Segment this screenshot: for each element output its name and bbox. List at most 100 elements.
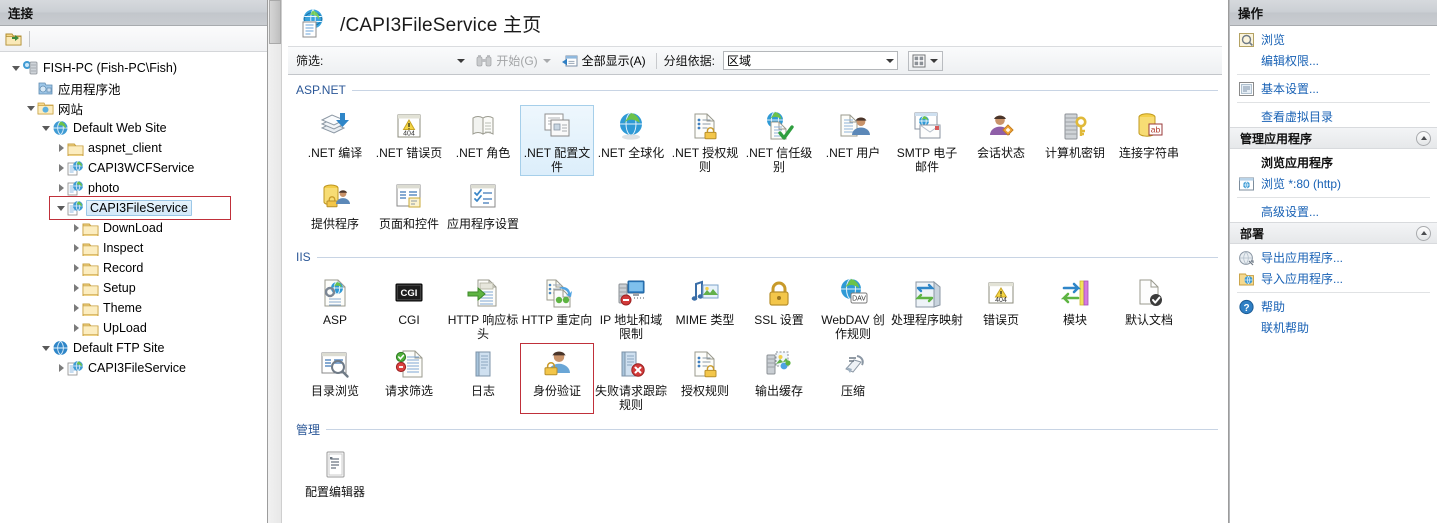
connections-toolbar[interactable] (0, 26, 267, 52)
feature-item-failed-request-tracing-rules[interactable]: 失败请求跟踪规则 (594, 343, 668, 414)
action-item-item-5[interactable]: 查看虚拟目录 (1230, 106, 1437, 127)
feature-item-logging[interactable]: 日志 (446, 343, 520, 414)
expander-closed-icon[interactable] (70, 258, 82, 278)
expander-closed-icon[interactable] (70, 318, 82, 338)
show-all-button[interactable]: 全部显示(A) (559, 51, 649, 71)
expander-open-icon[interactable] (25, 98, 37, 118)
feature-item-net-users[interactable]: .NET 用户 (816, 105, 890, 176)
expander-closed-icon[interactable] (55, 178, 67, 198)
tree-item-theme[interactable]: Theme (4, 298, 267, 318)
expander-closed-icon[interactable] (55, 158, 67, 178)
tree-item-default-ftp-site[interactable]: Default FTP Site (4, 338, 267, 358)
chevron-up-icon[interactable] (1416, 130, 1431, 146)
feature-item-net-trust-levels[interactable]: .NET 信任级别 (742, 105, 816, 176)
actions-section-header[interactable]: 管理应用程序 (1230, 127, 1437, 149)
action-item-item-4[interactable]: 联机帮助 (1230, 317, 1437, 338)
feature-item-pages-and-controls[interactable]: 页面和控件 (372, 176, 446, 242)
feature-item-ip-address-domain-restrictions[interactable]: IP 地址和域限制 (594, 272, 668, 343)
feature-item-default-document[interactable]: 默认文档 (1112, 272, 1186, 343)
action-item-basic-settings[interactable]: 基本设置... (1230, 78, 1437, 99)
feature-item-session-state[interactable]: 会话状态 (964, 105, 1038, 176)
go-dropdown-icon[interactable] (542, 58, 551, 63)
feature-item-http-response-headers[interactable]: HTTP 响应标头 (446, 272, 520, 343)
expander-closed-icon[interactable] (55, 138, 67, 158)
feature-item-net-error-pages[interactable]: 404 .NET 错误页 (372, 105, 446, 176)
connect-to-server-icon[interactable] (5, 31, 23, 47)
chevron-up-icon[interactable] (1416, 225, 1431, 241)
filter-input[interactable] (327, 51, 456, 70)
expander-open-icon[interactable] (40, 118, 52, 138)
feature-item-connection-strings[interactable]: ab 连接字符串 (1112, 105, 1186, 176)
go-button[interactable]: 开始(G) (473, 51, 540, 71)
net-globalization-icon (614, 109, 648, 143)
feature-item-net-authorization-rules[interactable]: .NET 授权规则 (668, 105, 742, 176)
center-vertical-scrollbar[interactable] (268, 0, 282, 523)
group-by-dropdown-icon[interactable] (886, 58, 895, 63)
feature-item-http-redirect[interactable]: HTTP 重定向 (520, 272, 594, 343)
feature-icons-area[interactable]: ASP.NET .NET 编译 404 .NET 错误页 .NET 角色 .NET 配置文… (282, 75, 1228, 523)
tree-item-aspnet-client[interactable]: aspnet_client (4, 138, 267, 158)
action-item-item-3[interactable]: 高级设置... (1230, 201, 1437, 222)
action-item-browse-site[interactable]: 浏览 *:80 (http) (1230, 173, 1437, 194)
feature-group-header: ASP.NET (296, 81, 1218, 99)
tree-item-setup[interactable]: Setup (4, 278, 267, 298)
feature-item-net-roles[interactable]: .NET 角色 (446, 105, 520, 176)
filter-dropdown-icon[interactable] (457, 58, 466, 63)
feature-item-authentication[interactable]: 身份验证 (520, 343, 594, 414)
feature-item-machine-key[interactable]: 计算机密钥 (1038, 105, 1112, 176)
view-mode-button[interactable] (908, 50, 944, 71)
expander-open-icon[interactable] (55, 198, 67, 218)
expander-closed-icon[interactable] (55, 358, 67, 378)
feature-item-net-globalization[interactable]: .NET 全球化 (594, 105, 668, 176)
view-mode-dropdown-icon[interactable] (930, 58, 939, 63)
tree-item-capi3wcfservice[interactable]: CAPI3WCFService (4, 158, 267, 178)
tree-item-photo[interactable]: photo (4, 178, 267, 198)
action-item-import-application[interactable]: 导入应用程序... (1230, 268, 1437, 289)
feature-item-modules[interactable]: 模块 (1038, 272, 1112, 343)
tree-item-capi3fileservice[interactable]: CAPI3FileService (4, 358, 267, 378)
action-item-browse[interactable]: 浏览 (1230, 29, 1437, 50)
feature-item-request-filtering[interactable]: 请求筛选 (372, 343, 446, 414)
feature-item-net-profile[interactable]: .NET 配置文件 (520, 105, 594, 176)
actions-list[interactable]: 浏览 编辑权限... 基本设置... 查看虚拟目录 管理应用程序 浏览应用程序 浏览 *:8… (1230, 26, 1437, 338)
tree-item-default-web-site[interactable]: Default Web Site (4, 118, 267, 138)
tree-item-capi3fileservice[interactable]: CAPI3FileService (4, 198, 267, 218)
feature-item-authorization-rules[interactable]: 授权规则 (668, 343, 742, 414)
group-by-select[interactable]: 区域 (723, 51, 899, 70)
expander-closed-icon[interactable] (70, 238, 82, 258)
feature-item-error-pages[interactable]: 404 错误页 (964, 272, 1038, 343)
action-item-export-application[interactable]: 导出应用程序... (1230, 247, 1437, 268)
feature-item-handler-mappings[interactable]: 处理程序映射 (890, 272, 964, 343)
tree-item-inspect[interactable]: Inspect (4, 238, 267, 258)
action-item-help[interactable]: ? 帮助 (1230, 296, 1437, 317)
expander-open-icon[interactable] (40, 338, 52, 358)
expander-closed-icon[interactable] (70, 278, 82, 298)
feature-item-application-settings[interactable]: 应用程序设置 (446, 176, 520, 242)
expander-closed-icon[interactable] (70, 218, 82, 238)
filter-toolbar[interactable]: 筛选: 开始(G) 全部显示(A) 分组依据: 区域 (288, 46, 1222, 75)
feature-item-asp[interactable]: ASP (298, 272, 372, 343)
tree-item-[interactable]: 网站 (4, 98, 267, 118)
feature-item-smtp-email[interactable]: SMTP 电子邮件 (890, 105, 964, 176)
feature-item-cgi[interactable]: CGI CGI (372, 272, 446, 343)
tree-item-[interactable]: 应用程序池 (4, 78, 267, 98)
tree-item-fish-pc-fish-pc-fish[interactable]: FISH-PC (Fish-PC\Fish) (4, 58, 267, 78)
feature-item-mime-types[interactable]: MIME 类型 (668, 272, 742, 343)
feature-item-webdav-authoring-rules[interactable]: DAV WebDAV 创作规则 (816, 272, 890, 343)
feature-item-providers[interactable]: 提供程序 (298, 176, 372, 242)
scrollbar-thumb[interactable] (269, 0, 281, 44)
feature-item-output-caching[interactable]: 输出缓存 (742, 343, 816, 414)
feature-item-net-compilation[interactable]: .NET 编译 (298, 105, 372, 176)
expander-closed-icon[interactable] (70, 298, 82, 318)
action-item-item-1[interactable]: 编辑权限... (1230, 50, 1437, 71)
tree-item-download[interactable]: DownLoad (4, 218, 267, 238)
feature-item-configuration-editor[interactable]: 配置编辑器 (298, 444, 372, 510)
expander-open-icon[interactable] (10, 58, 22, 78)
feature-item-directory-browsing[interactable]: 目录浏览 (298, 343, 372, 414)
tree-item-record[interactable]: Record (4, 258, 267, 278)
actions-section-header[interactable]: 部署 (1230, 222, 1437, 244)
connections-tree[interactable]: FISH-PC (Fish-PC\Fish) 应用程序池 网站 Default Web… (0, 52, 267, 523)
tree-item-upload[interactable]: UpLoad (4, 318, 267, 338)
feature-item-compression[interactable]: 压缩 (816, 343, 890, 414)
feature-item-ssl-settings[interactable]: SSL 设置 (742, 272, 816, 343)
